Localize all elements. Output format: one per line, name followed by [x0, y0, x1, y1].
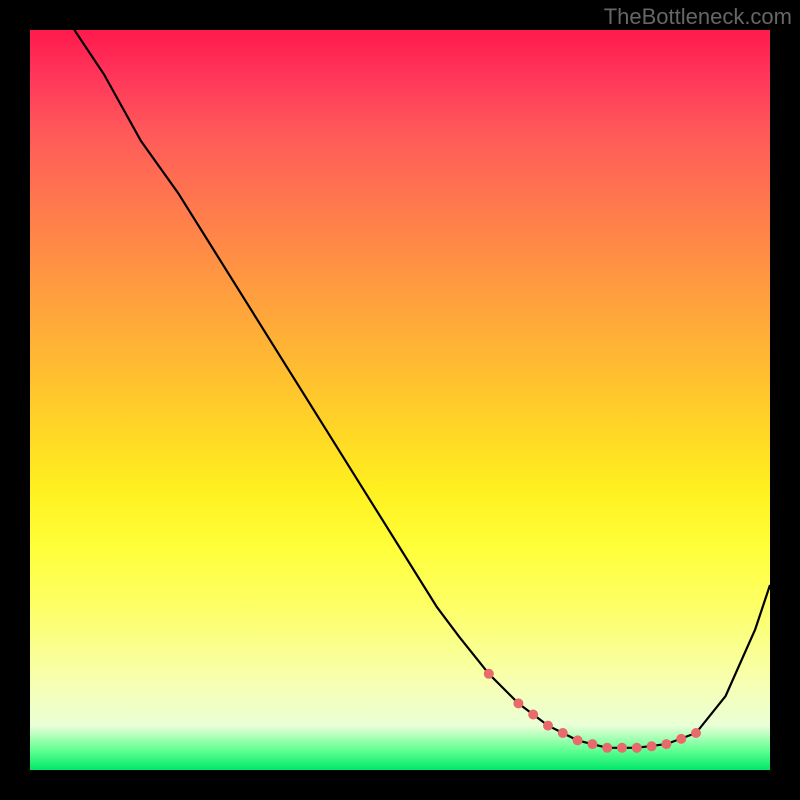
highlight-dot: [587, 739, 597, 749]
optimal-zone-dots: [484, 669, 701, 753]
highlight-dot: [558, 728, 568, 738]
highlight-dot: [528, 710, 538, 720]
plot-area: [30, 30, 770, 770]
watermark-text: TheBottleneck.com: [604, 4, 792, 30]
highlight-dot: [632, 743, 642, 753]
highlight-dot: [647, 741, 657, 751]
chart-frame: TheBottleneck.com: [0, 0, 800, 800]
bottleneck-curve: [74, 30, 770, 748]
highlight-dot: [661, 739, 671, 749]
highlight-dot: [602, 743, 612, 753]
highlight-dot: [617, 743, 627, 753]
highlight-dot: [543, 721, 553, 731]
highlight-dot: [573, 735, 583, 745]
highlight-dot: [691, 728, 701, 738]
highlight-dot: [676, 734, 686, 744]
curve-svg: [30, 30, 770, 770]
highlight-dot: [484, 669, 494, 679]
highlight-dot: [513, 698, 523, 708]
